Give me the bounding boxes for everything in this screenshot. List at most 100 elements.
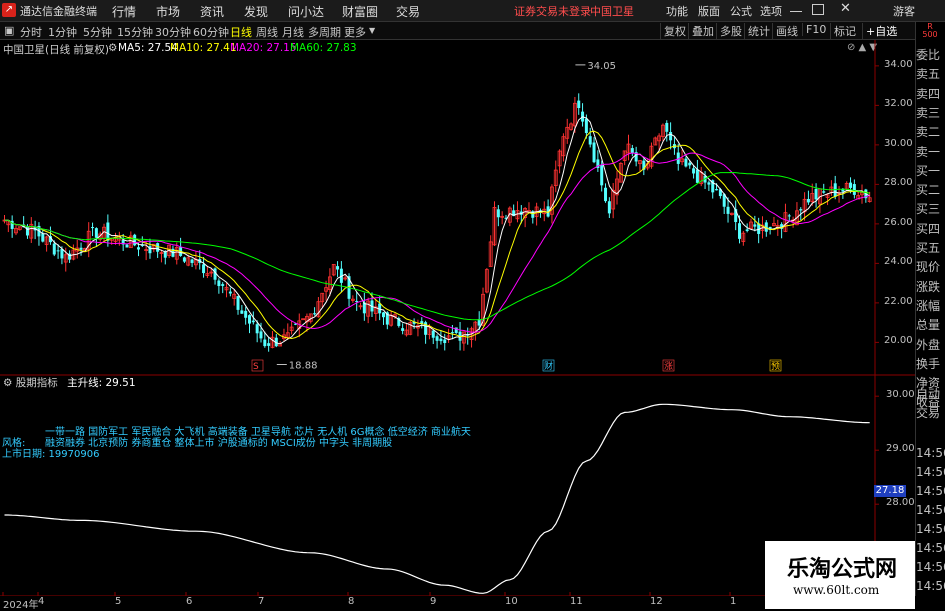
quote-field-label: 总量 [916, 318, 941, 333]
candle-body [787, 215, 791, 217]
date-tick-label: 10 [505, 596, 518, 607]
guest-label[interactable]: 游客 [893, 3, 915, 19]
candle-body [248, 315, 252, 324]
price-tick-label: 30.00 [884, 137, 913, 149]
candle-body [814, 188, 818, 200]
candle-body [431, 330, 435, 338]
candle-body [799, 209, 803, 211]
candle-body [745, 229, 749, 231]
candle-body [240, 310, 244, 314]
indicator-header: ⚙ 股期指标 主升线: 29.51 [3, 375, 136, 390]
app-logo-icon: ↗ [2, 3, 16, 17]
quote-field-label: 买五 [916, 241, 941, 255]
btn-overlay[interactable]: 叠加 [688, 23, 717, 39]
menu-item-market-center[interactable]: 市场 [156, 3, 180, 20]
tab-60min[interactable]: 60分钟 [193, 24, 229, 40]
candle-body [228, 291, 232, 294]
candle-body [806, 198, 810, 203]
tab-daily[interactable]: 日线 [230, 24, 252, 40]
collapse-icon[interactable]: ▣ [4, 24, 14, 37]
tab-timeshare[interactable]: 分时 [20, 24, 42, 40]
candle-body [688, 162, 692, 166]
kline-chart[interactable]: 34.05 18.88 S 财 涨 预 [0, 40, 916, 596]
tab-multi-period[interactable]: 多周期 [308, 24, 341, 40]
watermark-url: www.60lt.com [793, 583, 880, 597]
quote-lower-label[interactable]: 自动 [916, 385, 940, 404]
candle-body [221, 284, 225, 286]
quote-lower-label[interactable]: 交易 [916, 404, 940, 423]
price-tick-label: 20.00 [884, 335, 913, 347]
quote-field-label: 买四 [916, 221, 941, 236]
candle-body [707, 182, 711, 185]
quote-field-label: 委比 [916, 48, 941, 62]
candle-body [852, 184, 856, 195]
btn-draw[interactable]: 画线 [772, 23, 801, 39]
menu-item-discover[interactable]: 发现 [244, 3, 268, 20]
candle-body [381, 312, 385, 318]
menu-options[interactable]: 选项 [760, 3, 782, 19]
btn-adjust[interactable]: 复权 [660, 23, 689, 39]
candle-body [588, 136, 592, 145]
tick-time: 14:56 [916, 446, 945, 460]
tab-30min[interactable]: 30分钟 [155, 24, 191, 40]
candle-body [355, 301, 359, 303]
menu-item-ask[interactable]: 问小达 [288, 3, 324, 20]
tab-1min[interactable]: 1分钟 [48, 24, 77, 40]
candle-body [592, 142, 596, 163]
candle-body [136, 247, 140, 250]
date-tick-label: 12 [650, 596, 663, 607]
maximize-icon[interactable] [812, 4, 824, 15]
minimize-icon[interactable] [790, 11, 802, 12]
btn-f10[interactable]: F10 [802, 23, 829, 36]
btn-multi-stock[interactable]: 多股 [716, 23, 745, 39]
period-toolbar: ▣ 分时 1分钟 5分钟 15分钟 30分钟 60分钟 日线 周线 月线 多周期… [0, 22, 945, 40]
candle-body [604, 187, 608, 202]
menu-item-market[interactable]: 行情 [112, 3, 136, 20]
login-warning[interactable]: 证券交易未登录 [514, 3, 591, 19]
tick-time: 14:56 [916, 579, 945, 593]
menu-formula[interactable]: 公式 [730, 3, 752, 19]
event-marker: 预 [771, 361, 780, 372]
btn-stats[interactable]: 统计 [744, 23, 773, 39]
tick-time: 14:56 [916, 560, 945, 574]
candle-body [692, 168, 696, 174]
tab-more[interactable]: 更多 [344, 24, 366, 40]
btn-add-favorite[interactable]: +自选 [862, 23, 900, 39]
tab-15min[interactable]: 15分钟 [117, 24, 153, 40]
tab-monthly[interactable]: 月线 [282, 24, 304, 40]
menu-item-wealth[interactable]: 财富圈 [342, 3, 378, 20]
indicator-name[interactable]: 股期指标 [16, 377, 58, 389]
price-tick-label: 24.00 [884, 256, 913, 268]
candle-body [665, 122, 669, 132]
candle-body [496, 209, 500, 218]
candle-body [255, 324, 259, 334]
menu-layout[interactable]: 版面 [698, 3, 720, 19]
tick-time: 14:56 [916, 484, 945, 498]
tab-5min[interactable]: 5分钟 [83, 24, 112, 40]
tick-time: 14:56 [916, 522, 945, 536]
close-icon[interactable]: ✕ [840, 1, 851, 16]
date-tick-label: 1 [730, 596, 737, 607]
indicator-tick-label: 29.00 [886, 443, 915, 455]
candle-body [60, 249, 64, 259]
candle-body [669, 132, 673, 141]
candle-body [600, 164, 604, 186]
event-marker: S [253, 362, 259, 372]
indicator-settings-icon[interactable]: ⚙ [3, 377, 12, 389]
date-tick-label: 5 [115, 596, 122, 607]
date-tick-label: 8 [348, 596, 355, 607]
more-dropdown-icon[interactable]: ▼ [369, 26, 375, 35]
candle-body [267, 343, 271, 346]
menu-item-trade[interactable]: 交易 [396, 3, 420, 20]
app-title: 通达信金融终端 [20, 5, 97, 18]
menu-bar: ↗ 通达信金融终端 行情 市场 资讯 发现 问小达 财富圈 交易 证券交易未登录… [0, 0, 945, 22]
menu-item-news[interactable]: 资讯 [200, 3, 224, 20]
menu-function[interactable]: 功能 [666, 3, 688, 19]
candle-body [263, 339, 267, 347]
btn-mark[interactable]: 标记 [830, 23, 859, 39]
tick-time: 14:56 [916, 503, 945, 517]
quote-field-label: 买一 [916, 163, 941, 178]
tab-weekly[interactable]: 周线 [256, 24, 278, 40]
candle-body [52, 243, 56, 255]
candle-body [439, 338, 443, 342]
